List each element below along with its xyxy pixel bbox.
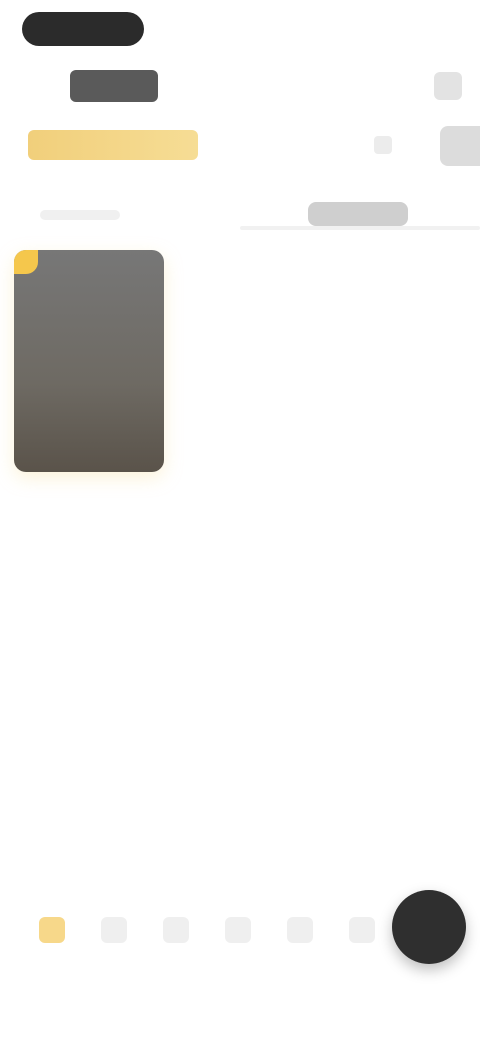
tab-icon — [163, 917, 189, 943]
small-icon[interactable] — [374, 136, 392, 154]
tab-icon — [39, 917, 65, 943]
header-title-block — [70, 70, 158, 102]
tab-item-5[interactable] — [272, 902, 328, 958]
side-panel-handle[interactable] — [440, 126, 480, 166]
tab-icon — [287, 917, 313, 943]
status-pill — [22, 12, 144, 46]
tab-item-1[interactable] — [24, 902, 80, 958]
product-card[interactable] — [14, 250, 164, 472]
tab-left[interactable] — [40, 210, 120, 220]
card-badge — [14, 250, 38, 274]
tab-item-3[interactable] — [148, 902, 204, 958]
app-screen — [0, 0, 480, 1040]
tab-icon — [101, 917, 127, 943]
tab-chip-active[interactable] — [308, 202, 408, 226]
floating-action-button[interactable] — [392, 890, 466, 964]
tab-icon — [349, 917, 375, 943]
tab-icon — [225, 917, 251, 943]
header-action-button[interactable] — [434, 72, 462, 100]
tab-item-6[interactable] — [334, 902, 390, 958]
tab-item-2[interactable] — [86, 902, 142, 958]
tab-underline — [240, 226, 480, 230]
promo-banner[interactable] — [28, 130, 198, 160]
tab-item-4[interactable] — [210, 902, 266, 958]
